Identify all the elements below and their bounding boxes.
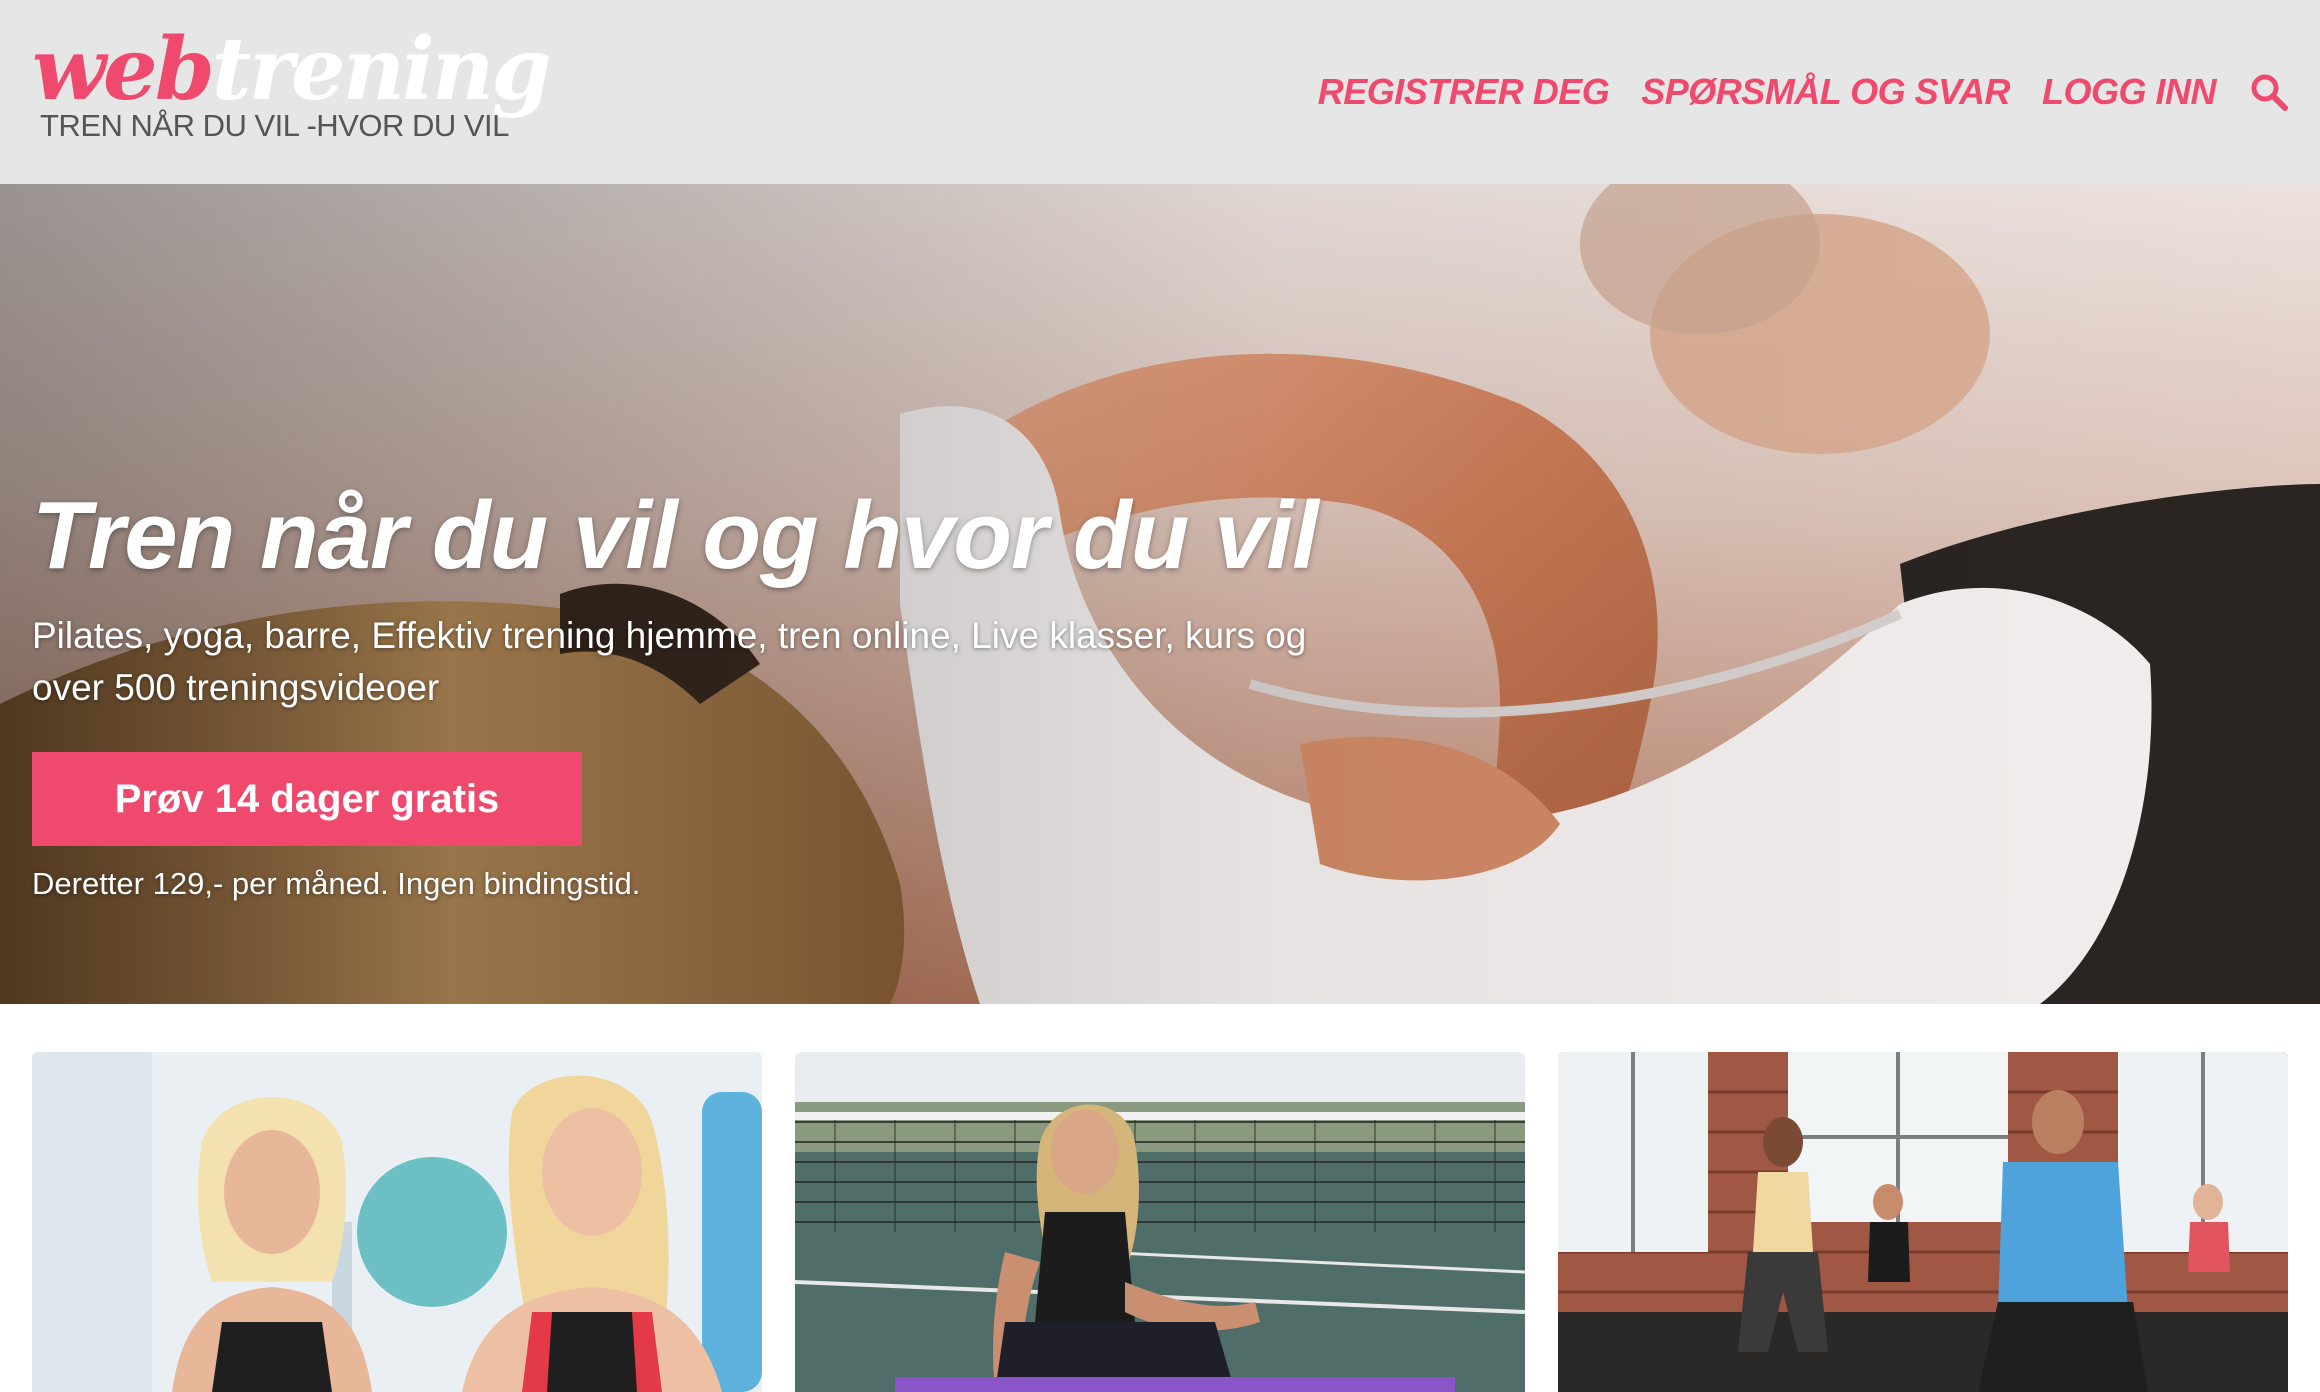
hero-title: Tren når du vil og hvor du vil (32, 482, 1319, 589)
free-trial-button[interactable]: Prøv 14 dager gratis (32, 752, 582, 846)
feature-card[interactable] (795, 1052, 1525, 1392)
logo-tagline: TREN NÅR DU VIL -HVOR DU VIL (40, 108, 509, 143)
card-image (795, 1052, 1525, 1392)
hero-content: Tren når du vil og hvor du vil Pilates, … (32, 480, 1352, 902)
feature-cards (32, 1052, 2288, 1392)
nav-faq-link[interactable]: SPØRSMÅL OG SVAR (1641, 71, 2010, 113)
card-image (1558, 1052, 2288, 1392)
site-logo[interactable]: webtrening TREN NÅR DU VIL -HVOR DU VIL (32, 22, 552, 152)
pricing-note: Deretter 129,- per måned. Ingen bindings… (32, 866, 641, 901)
logo-part-trening: trening (211, 19, 552, 120)
feature-card[interactable] (32, 1052, 762, 1392)
hero-banner: Tren når du vil og hvor du vil Pilates, … (0, 184, 2320, 1004)
site-header: webtrening TREN NÅR DU VIL -HVOR DU VIL … (0, 0, 2320, 184)
logo-part-web: web (32, 19, 215, 120)
card-image (32, 1052, 762, 1392)
search-icon[interactable] (2248, 71, 2290, 113)
nav-register-link[interactable]: REGISTRER DEG (1318, 71, 1610, 113)
feature-card[interactable] (1558, 1052, 2288, 1392)
nav-login-link[interactable]: LOGG INN (2042, 71, 2217, 113)
hero-subtitle: Pilates, yoga, barre, Effektiv trening h… (32, 615, 1307, 708)
main-nav: REGISTRER DEG SPØRSMÅL OG SVAR LOGG INN (1286, 62, 2290, 122)
logo-wordmark: webtrening (32, 19, 552, 120)
